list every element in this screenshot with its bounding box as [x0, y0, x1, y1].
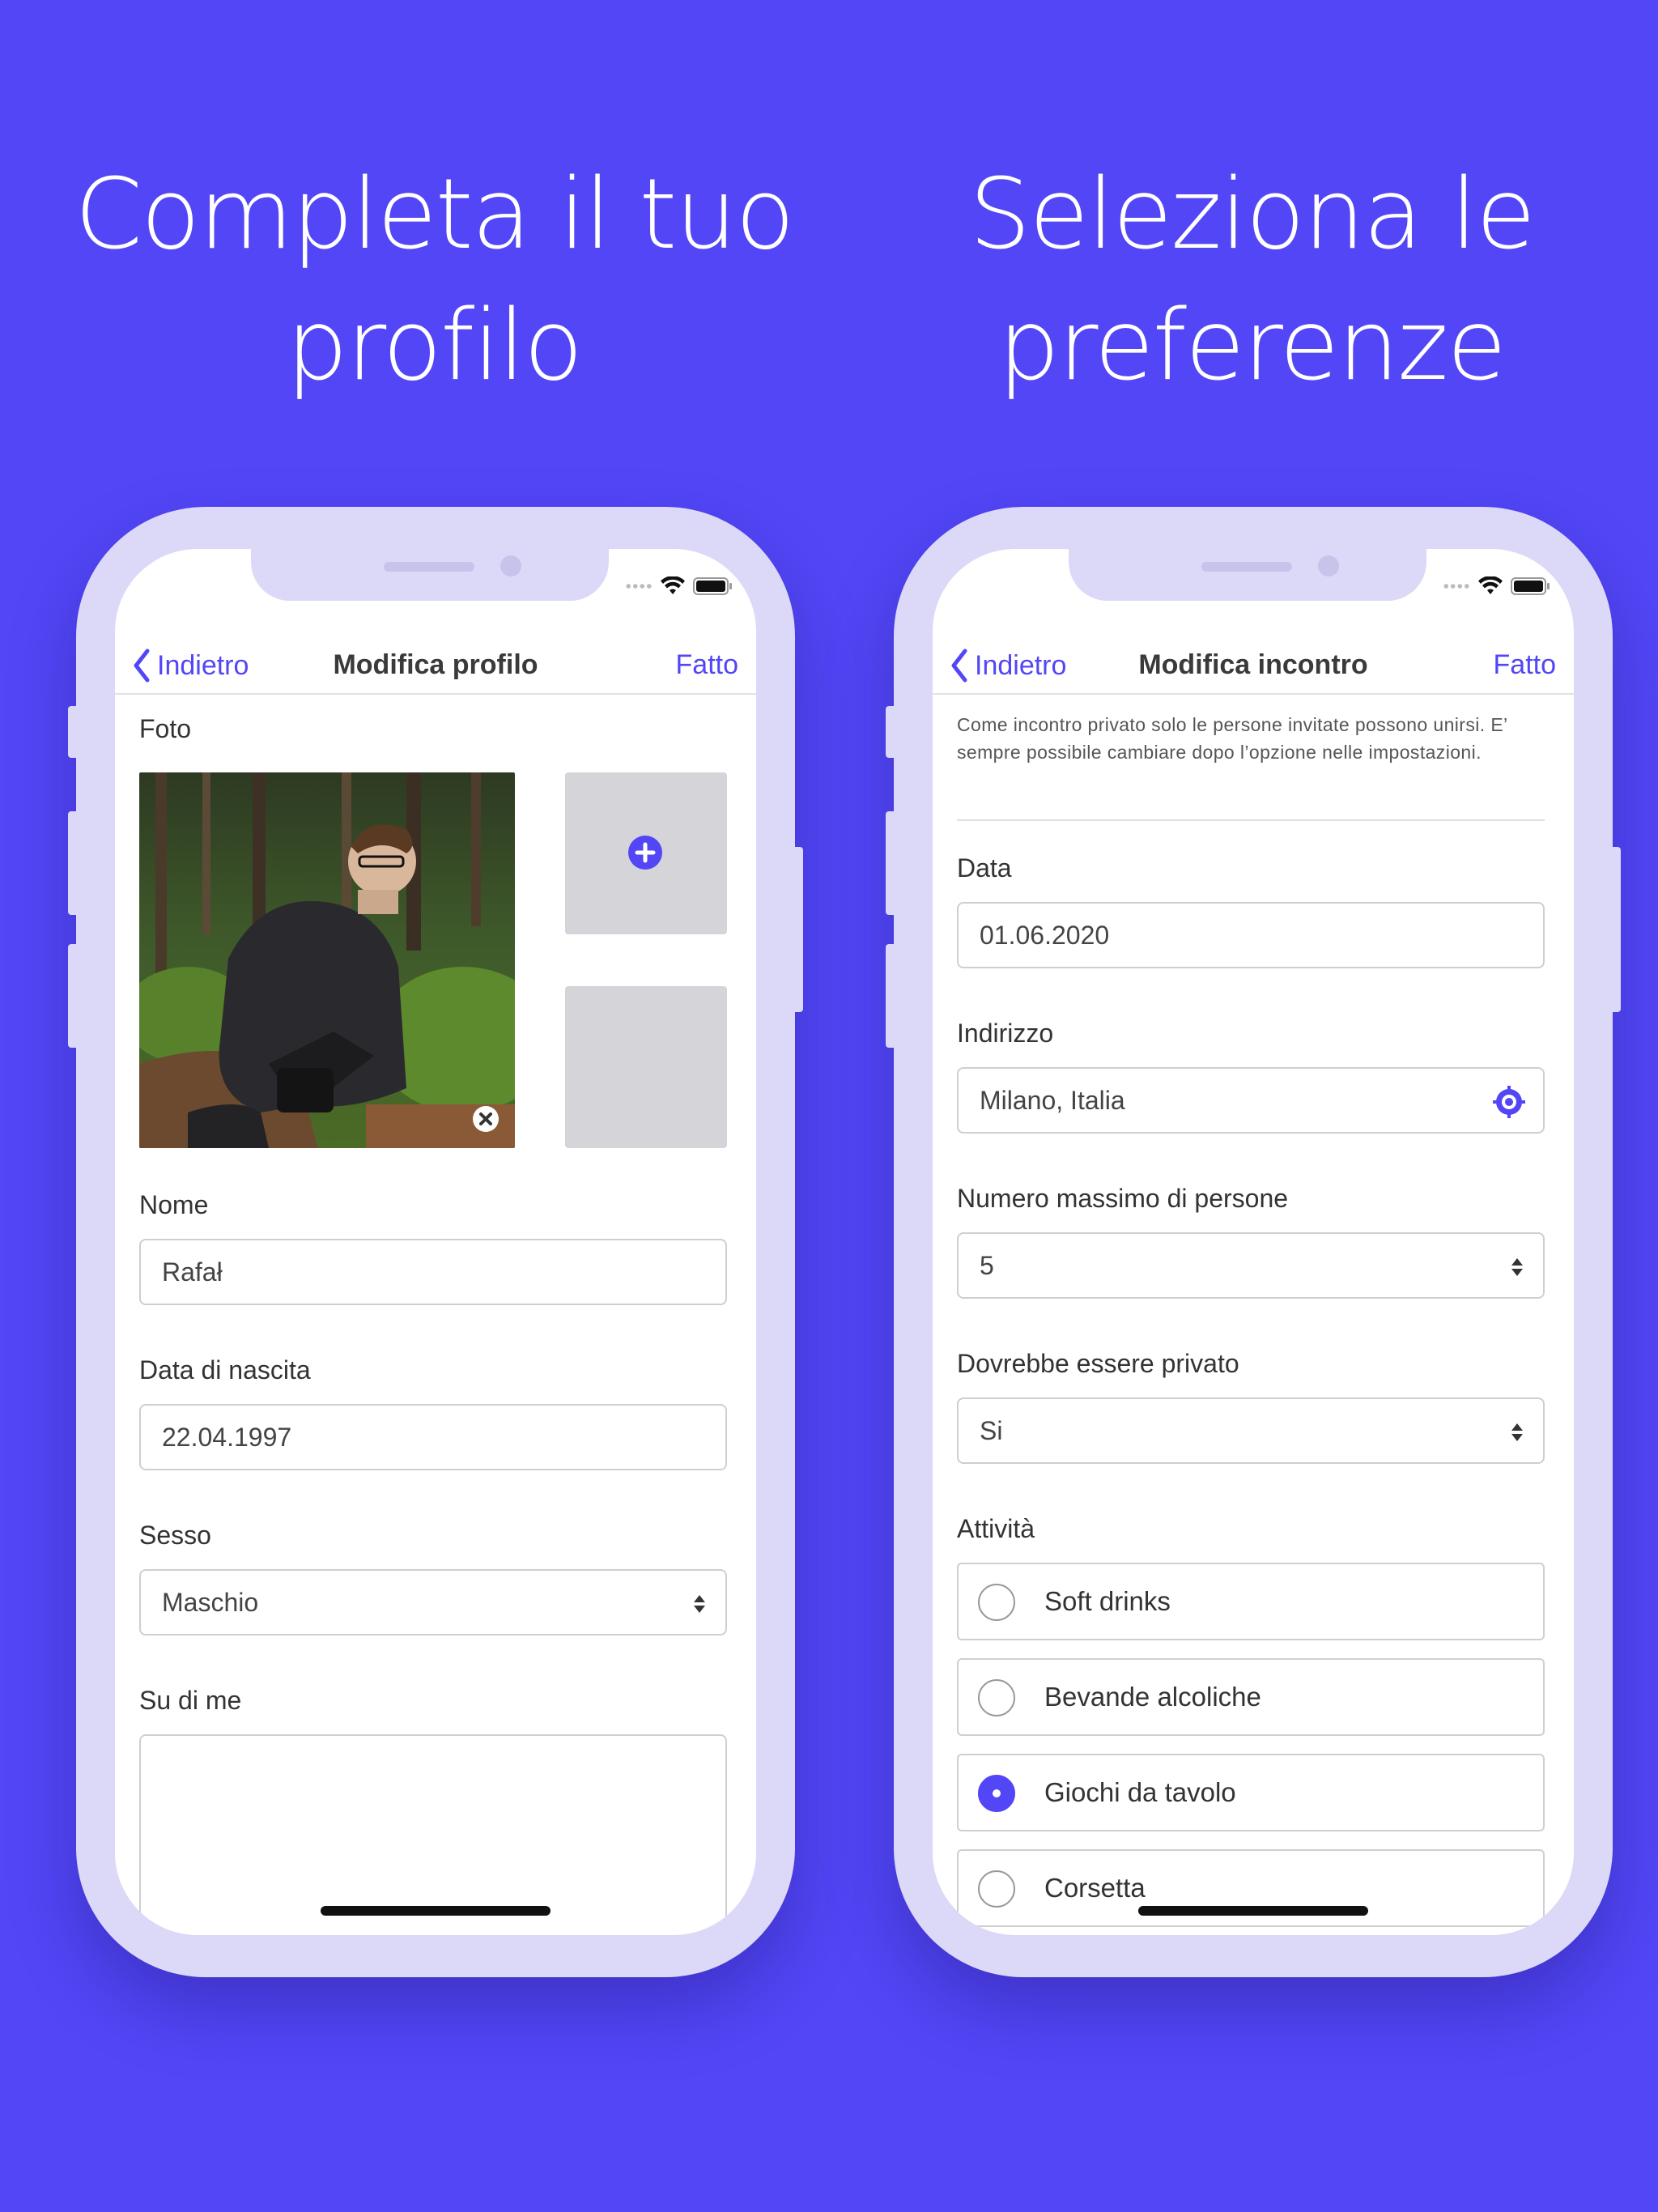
- volume-down-button: [886, 944, 897, 1048]
- privacy-note: Come incontro privato solo le persone in…: [957, 696, 1545, 821]
- private-select[interactable]: Si: [957, 1397, 1545, 1464]
- battery-icon: [693, 577, 732, 595]
- max-people-select[interactable]: 5: [957, 1232, 1545, 1299]
- birthdate-label: Data di nascita: [139, 1355, 311, 1385]
- updown-icon: [1511, 1423, 1523, 1441]
- max-people-value: 5: [980, 1250, 994, 1280]
- updown-icon: [1511, 1258, 1523, 1276]
- add-photo-slot[interactable]: [565, 772, 727, 934]
- battery-icon: [1511, 577, 1550, 595]
- signal-icon: [625, 584, 653, 589]
- max-people-label: Numero massimo di persone: [957, 1184, 1289, 1213]
- mute-switch: [68, 706, 79, 758]
- wifi-icon: [1478, 576, 1503, 594]
- headline-line-1: Completa il tuo: [74, 159, 795, 271]
- signal-icon: [1443, 584, 1470, 589]
- activity-option[interactable]: Giochi da tavolo: [957, 1754, 1545, 1831]
- empty-photo-slot[interactable]: [565, 986, 727, 1148]
- volume-up-button: [886, 811, 897, 915]
- name-label: Nome: [139, 1190, 209, 1219]
- locate-icon[interactable]: [1493, 1086, 1525, 1118]
- radio-button-selected[interactable]: [978, 1775, 1015, 1812]
- address-field[interactable]: Milano, Italia: [957, 1067, 1545, 1134]
- navigation-bar: Indietro Modifica incontro Fatto: [933, 633, 1574, 695]
- activity-label: Bevande alcoliche: [1044, 1682, 1261, 1712]
- speaker: [384, 562, 474, 572]
- about-textarea[interactable]: [139, 1734, 727, 1935]
- activity-label: Corsetta: [1044, 1873, 1146, 1903]
- headline-preferences: Seleziona le preferenze: [847, 150, 1656, 412]
- updown-icon: [694, 1595, 705, 1613]
- about-label: Su di me: [139, 1686, 242, 1715]
- done-button[interactable]: Fatto: [1494, 649, 1556, 681]
- status-bar: [625, 576, 732, 596]
- volume-down-button: [68, 944, 79, 1048]
- notch: [251, 549, 609, 601]
- navigation-bar: Indietro Modifica profilo Fatto: [115, 633, 756, 695]
- gender-label: Sesso: [139, 1521, 211, 1550]
- radio-button[interactable]: [978, 1870, 1015, 1908]
- done-button[interactable]: Fatto: [676, 649, 738, 681]
- page-title: Modifica incontro: [1138, 649, 1368, 680]
- photo-label: Foto: [139, 714, 192, 743]
- gender-select[interactable]: Maschio: [139, 1569, 727, 1636]
- volume-up-button: [68, 811, 79, 915]
- headline-line-2: profilo: [286, 290, 584, 402]
- activity-label: Soft drinks: [1044, 1586, 1171, 1616]
- front-camera: [1318, 555, 1339, 576]
- profile-photo[interactable]: [139, 772, 515, 1148]
- radio-button[interactable]: [978, 1584, 1015, 1621]
- activity-label: Giochi da tavolo: [1044, 1777, 1236, 1807]
- phone-frame-profile: Indietro Modifica profilo Fatto Foto Nom…: [68, 507, 803, 1977]
- power-button: [1609, 847, 1621, 1012]
- phone-frame-preferences: Indietro Modifica incontro Fatto Come in…: [886, 507, 1621, 1977]
- headline-line-2: preferenze: [997, 290, 1507, 402]
- name-field[interactable]: Rafał: [139, 1239, 727, 1305]
- screen-profile: Indietro Modifica profilo Fatto Foto Nom…: [115, 549, 756, 1935]
- wifi-icon: [661, 576, 685, 594]
- headline-line-1: Seleziona le: [969, 159, 1536, 271]
- power-button: [792, 847, 803, 1012]
- date-value: 01.06.2020: [980, 920, 1110, 950]
- birthdate-field[interactable]: 22.04.1997: [139, 1404, 727, 1470]
- profile-photo-image: [139, 772, 515, 1148]
- home-indicator[interactable]: [1138, 1906, 1368, 1916]
- plus-icon: [628, 836, 662, 870]
- activity-option[interactable]: Soft drinks: [957, 1563, 1545, 1640]
- address-label: Indirizzo: [957, 1019, 1054, 1048]
- screen-preferences: Indietro Modifica incontro Fatto Come in…: [933, 549, 1574, 1935]
- birthdate-value: 22.04.1997: [162, 1422, 292, 1452]
- page-title: Modifica profilo: [333, 649, 538, 680]
- mute-switch: [886, 706, 897, 758]
- date-field[interactable]: 01.06.2020: [957, 902, 1545, 968]
- date-label: Data: [957, 853, 1012, 883]
- status-bar: [1443, 576, 1550, 596]
- activity-option[interactable]: Bevande alcoliche: [957, 1658, 1545, 1736]
- activities-label: Attività: [957, 1514, 1035, 1543]
- private-value: Si: [980, 1415, 1003, 1445]
- gender-value: Maschio: [162, 1587, 259, 1617]
- remove-photo-icon[interactable]: [473, 1106, 499, 1132]
- home-indicator[interactable]: [321, 1906, 551, 1916]
- name-value: Rafał: [162, 1257, 223, 1287]
- speaker: [1201, 562, 1292, 572]
- address-value: Milano, Italia: [980, 1085, 1125, 1115]
- radio-button[interactable]: [978, 1679, 1015, 1716]
- front-camera: [500, 555, 521, 576]
- headline-profile: Completa il tuo profilo: [29, 150, 839, 412]
- notch: [1069, 549, 1426, 601]
- private-label: Dovrebbe essere privato: [957, 1349, 1239, 1378]
